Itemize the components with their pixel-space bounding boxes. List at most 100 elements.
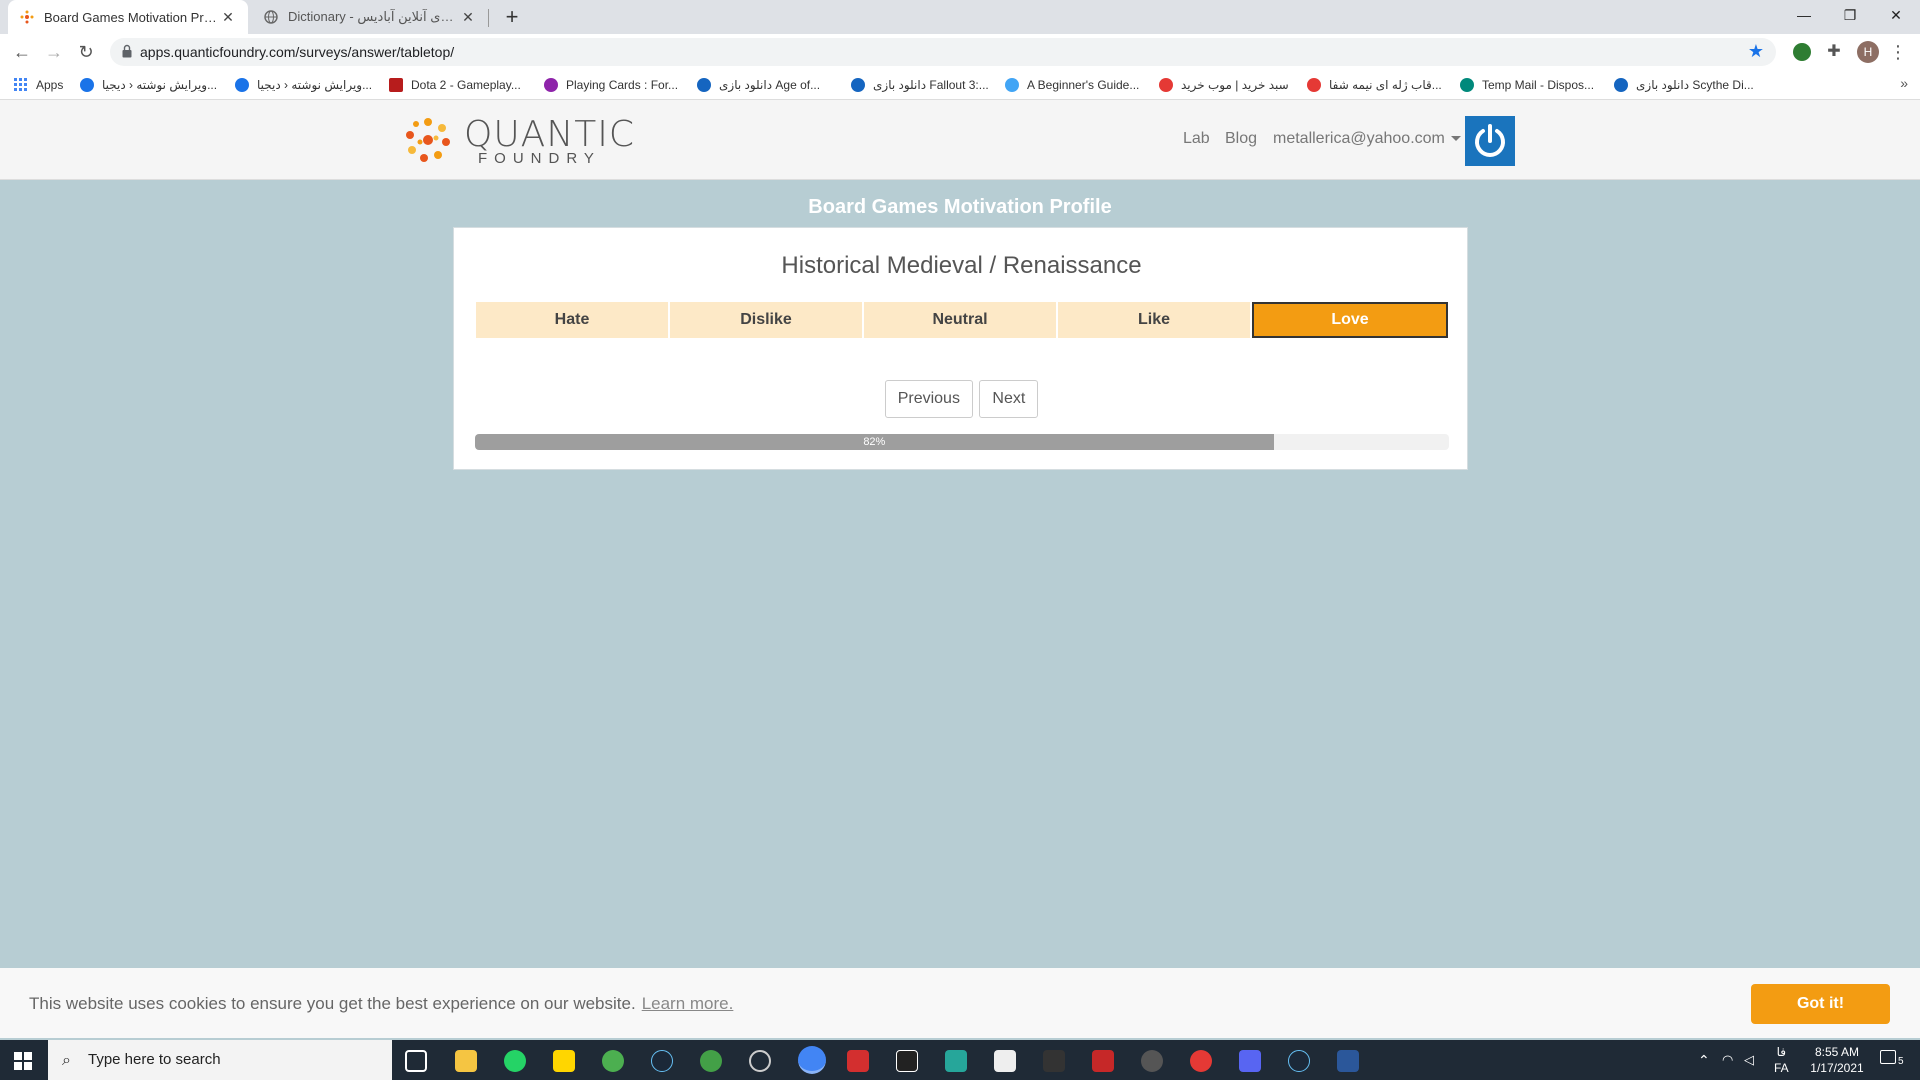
option-neutral-button[interactable]: Neutral	[864, 302, 1056, 338]
volume-icon[interactable]: ◁	[1744, 1052, 1754, 1080]
bookmark-label: Dota 2 - Gameplay...	[411, 78, 521, 92]
power-icon	[1475, 124, 1505, 157]
bookmark-item[interactable]: ویرایش نوشته ‹ دیجیا...	[80, 77, 217, 93]
bookmark-star-icon[interactable]: ★	[1748, 41, 1764, 62]
windows-taskbar: ⌕ Type here to search ⌃ ◠ ◁ فا FA 8:55 A…	[0, 1040, 1920, 1080]
close-window-icon[interactable]: ✕	[1873, 0, 1919, 30]
previous-button[interactable]: Previous	[884, 380, 973, 418]
task-view-icon[interactable]	[405, 1050, 427, 1072]
gamepad-app-icon[interactable]	[945, 1050, 967, 1072]
user-menu-dropdown[interactable]: metallerica@yahoo.com	[1273, 130, 1461, 148]
epic-games-icon[interactable]	[896, 1050, 918, 1072]
nav-lab-link[interactable]: Lab	[1183, 130, 1210, 148]
power-button[interactable]	[1465, 116, 1515, 166]
site-favicon-icon	[1614, 78, 1628, 92]
extensions-puzzle-icon[interactable]: ✚	[1825, 43, 1843, 61]
flash-icon[interactable]	[847, 1050, 869, 1072]
bookmark-label: دانلود بازی Age of...	[719, 78, 821, 92]
progress-fill: 82%	[475, 434, 1274, 450]
app-icon[interactable]	[602, 1050, 624, 1072]
progress-bar: 82%	[475, 434, 1449, 450]
cookie-banner: This website uses cookies to ensure you …	[0, 968, 1920, 1038]
survey-card: Historical Medieval / Renaissance Hate D…	[453, 227, 1468, 470]
tray-chevron-up-icon[interactable]: ⌃	[1698, 1052, 1710, 1080]
tab-dictionary[interactable]: Dictionary - دیکشنری آنلاین آبادیس ✕	[252, 0, 488, 34]
file-explorer-icon[interactable]	[455, 1050, 477, 1072]
survey-title: Board Games Motivation Profile	[808, 196, 1112, 218]
menu-dots-icon[interactable]: ⋮	[1886, 41, 1910, 63]
more-bookmarks-icon[interactable]: »	[1900, 75, 1908, 91]
globe-app-icon[interactable]	[700, 1050, 722, 1072]
game-app-icon[interactable]	[1141, 1050, 1163, 1072]
browser-toolbar: ← → ↻ apps.quanticfoundry.com/surveys/an…	[0, 34, 1920, 70]
tab-title: Board Games Motivation Profile	[44, 9, 220, 25]
player-icon[interactable]	[553, 1050, 575, 1072]
bookmark-item[interactable]: دانلود بازی Scythe Di...	[1614, 77, 1754, 93]
taskbar-clock[interactable]: 8:55 AM 1/17/2021	[1802, 1044, 1872, 1076]
close-tab-icon[interactable]: ✕	[220, 9, 236, 26]
logo-quantic-text: QUANTIC	[464, 114, 635, 155]
quantic-foundry-logo[interactable]: QUANTIC FOUNDRY	[402, 114, 642, 167]
learn-more-link[interactable]: Learn more.	[642, 994, 734, 1013]
search-icon: ⌕	[62, 1052, 71, 1069]
new-tab-icon[interactable]: +	[498, 4, 526, 30]
option-love-button[interactable]: Love	[1252, 302, 1448, 338]
bookmark-label: سبد خرید | موب خرید	[1181, 78, 1289, 92]
bookmark-item[interactable]: ویرایش نوشته ‹ دیجیا...	[235, 77, 372, 93]
ph-app-icon[interactable]	[1092, 1050, 1114, 1072]
site-favicon-icon	[80, 78, 94, 92]
windows-start-icon[interactable]	[14, 1052, 32, 1070]
notification-count: 5	[1898, 1056, 1904, 1067]
close-tab-icon[interactable]: ✕	[460, 9, 476, 26]
option-like-button[interactable]: Like	[1058, 302, 1250, 338]
option-hate-button[interactable]: Hate	[476, 302, 668, 338]
site-favicon-icon	[851, 78, 865, 92]
site-favicon-icon	[235, 78, 249, 92]
bookmark-item[interactable]: سبد خرید | موب خرید	[1159, 77, 1289, 93]
word-icon[interactable]	[1337, 1050, 1359, 1072]
steam-running-icon[interactable]	[1288, 1050, 1310, 1072]
bookmark-item[interactable]: Playing Cards : For...	[544, 77, 678, 93]
got-it-button[interactable]: Got it!	[1751, 984, 1890, 1024]
bookmark-apps[interactable]: Apps	[14, 77, 63, 93]
question-text: Historical Medieval / Renaissance	[781, 252, 1142, 279]
whatsapp-icon[interactable]	[504, 1050, 526, 1072]
bookmark-item[interactable]: A Beginner's Guide...	[1005, 77, 1139, 93]
reload-icon[interactable]: ↻	[74, 41, 98, 63]
quantic-logo-icon	[406, 118, 450, 162]
forward-icon[interactable]: →	[42, 41, 66, 63]
lang-top: فا	[1776, 1045, 1787, 1059]
opera-icon[interactable]	[1190, 1050, 1212, 1072]
bookmark-label: دانلود بازی Scythe Di...	[1636, 78, 1754, 92]
taskbar-search[interactable]: ⌕ Type here to search	[48, 1040, 392, 1080]
address-bar[interactable]: apps.quanticfoundry.com/surveys/answer/t…	[110, 38, 1776, 66]
bookmark-item[interactable]: Dota 2 - Gameplay...	[389, 77, 521, 93]
next-button[interactable]: Next	[979, 380, 1039, 418]
tab-board-games[interactable]: Board Games Motivation Profile ✕	[8, 0, 248, 34]
caret-down-icon	[1450, 136, 1461, 142]
notifications-icon[interactable]: 5	[1880, 1050, 1906, 1070]
profile-avatar[interactable]: H	[1857, 41, 1879, 63]
obs-icon[interactable]	[749, 1050, 771, 1072]
dota-favicon-icon	[389, 78, 403, 92]
message-icon	[1880, 1050, 1896, 1064]
nav-blog-link[interactable]: Blog	[1225, 130, 1257, 148]
discord-icon[interactable]	[1239, 1050, 1261, 1072]
steam-icon[interactable]	[651, 1050, 673, 1072]
bookmark-item[interactable]: قاب ژله ای نیمه شفا...	[1307, 77, 1442, 93]
language-indicator[interactable]: فا FA	[1774, 1044, 1789, 1080]
minimize-icon[interactable]: —	[1781, 0, 1827, 30]
restore-icon[interactable]: ❐	[1827, 0, 1873, 30]
network-icon[interactable]: ◠	[1722, 1052, 1733, 1080]
chrome-icon[interactable]	[798, 1046, 826, 1074]
bookmark-item[interactable]: دانلود بازی Age of...	[697, 77, 820, 93]
option-dislike-button[interactable]: Dislike	[670, 302, 862, 338]
calculator-icon[interactable]	[994, 1050, 1016, 1072]
shop-favicon-icon	[1159, 78, 1173, 92]
gamepad-icon[interactable]	[1043, 1050, 1065, 1072]
bookmark-item[interactable]: Temp Mail - Dispos...	[1460, 77, 1594, 93]
back-icon[interactable]: ←	[10, 41, 34, 63]
extension-globe-icon[interactable]	[1793, 43, 1811, 61]
bookmark-item[interactable]: دانلود بازی Fallout 3:...	[851, 77, 989, 93]
apps-grid-icon	[14, 78, 28, 92]
